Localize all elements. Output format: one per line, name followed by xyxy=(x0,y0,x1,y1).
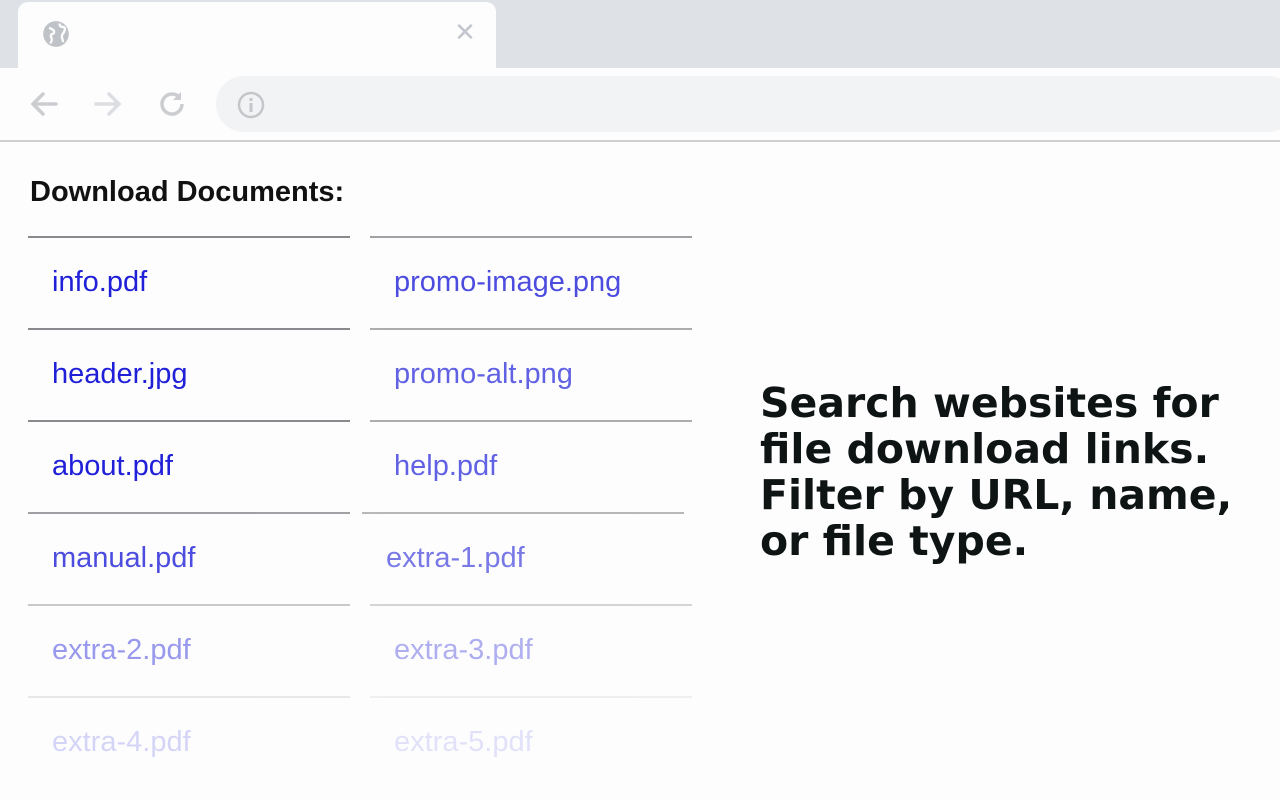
document-link[interactable]: manual.pdf xyxy=(52,542,196,575)
document-link[interactable]: extra-2.pdf xyxy=(52,634,191,667)
browser-tab[interactable]: ✕ xyxy=(18,2,496,68)
document-link[interactable]: extra-4.pdf xyxy=(52,726,191,759)
document-link[interactable]: promo-alt.png xyxy=(394,358,573,391)
document-link[interactable]: header.jpg xyxy=(52,358,187,391)
document-link-cell: header.jpg xyxy=(28,328,350,420)
globe-icon xyxy=(42,20,70,48)
document-link[interactable]: extra-5.pdf xyxy=(394,726,533,759)
browser-toolbar xyxy=(0,68,1280,142)
page-content: Download Documents: info.pdf promo-image… xyxy=(0,142,1280,800)
document-link[interactable]: about.pdf xyxy=(52,450,173,483)
document-link-cell: about.pdf xyxy=(28,420,350,512)
document-link[interactable]: info.pdf xyxy=(52,266,147,299)
document-link[interactable]: help.pdf xyxy=(394,450,497,483)
page-heading: Download Documents: xyxy=(30,176,345,208)
document-link-cell: promo-alt.png xyxy=(370,328,692,420)
document-link[interactable]: promo-image.png xyxy=(394,266,621,299)
feature-tagline: Search websites for file download links.… xyxy=(760,379,1233,565)
info-icon[interactable] xyxy=(236,90,266,120)
back-arrow-icon[interactable] xyxy=(26,86,62,122)
document-link-cell: extra-4.pdf xyxy=(28,696,350,788)
document-link[interactable]: extra-3.pdf xyxy=(394,634,533,667)
document-link-cell: help.pdf xyxy=(370,420,692,512)
document-link-cell: extra-3.pdf xyxy=(370,604,692,696)
document-link-cell: manual.pdf xyxy=(28,512,350,604)
forward-arrow-icon[interactable] xyxy=(90,86,126,122)
reload-icon[interactable] xyxy=(154,86,190,122)
document-link-cell: extra-2.pdf xyxy=(28,604,350,696)
document-link-cell: promo-image.png xyxy=(370,236,692,328)
document-link-cell: extra-5.pdf xyxy=(370,696,692,788)
document-link-cell: extra-1.pdf xyxy=(362,512,684,604)
tab-strip: ✕ xyxy=(0,0,1280,68)
document-link-cell: info.pdf xyxy=(28,236,350,328)
document-link[interactable]: extra-1.pdf xyxy=(386,542,525,575)
address-bar[interactable] xyxy=(216,76,1280,132)
close-icon[interactable]: ✕ xyxy=(450,18,480,48)
